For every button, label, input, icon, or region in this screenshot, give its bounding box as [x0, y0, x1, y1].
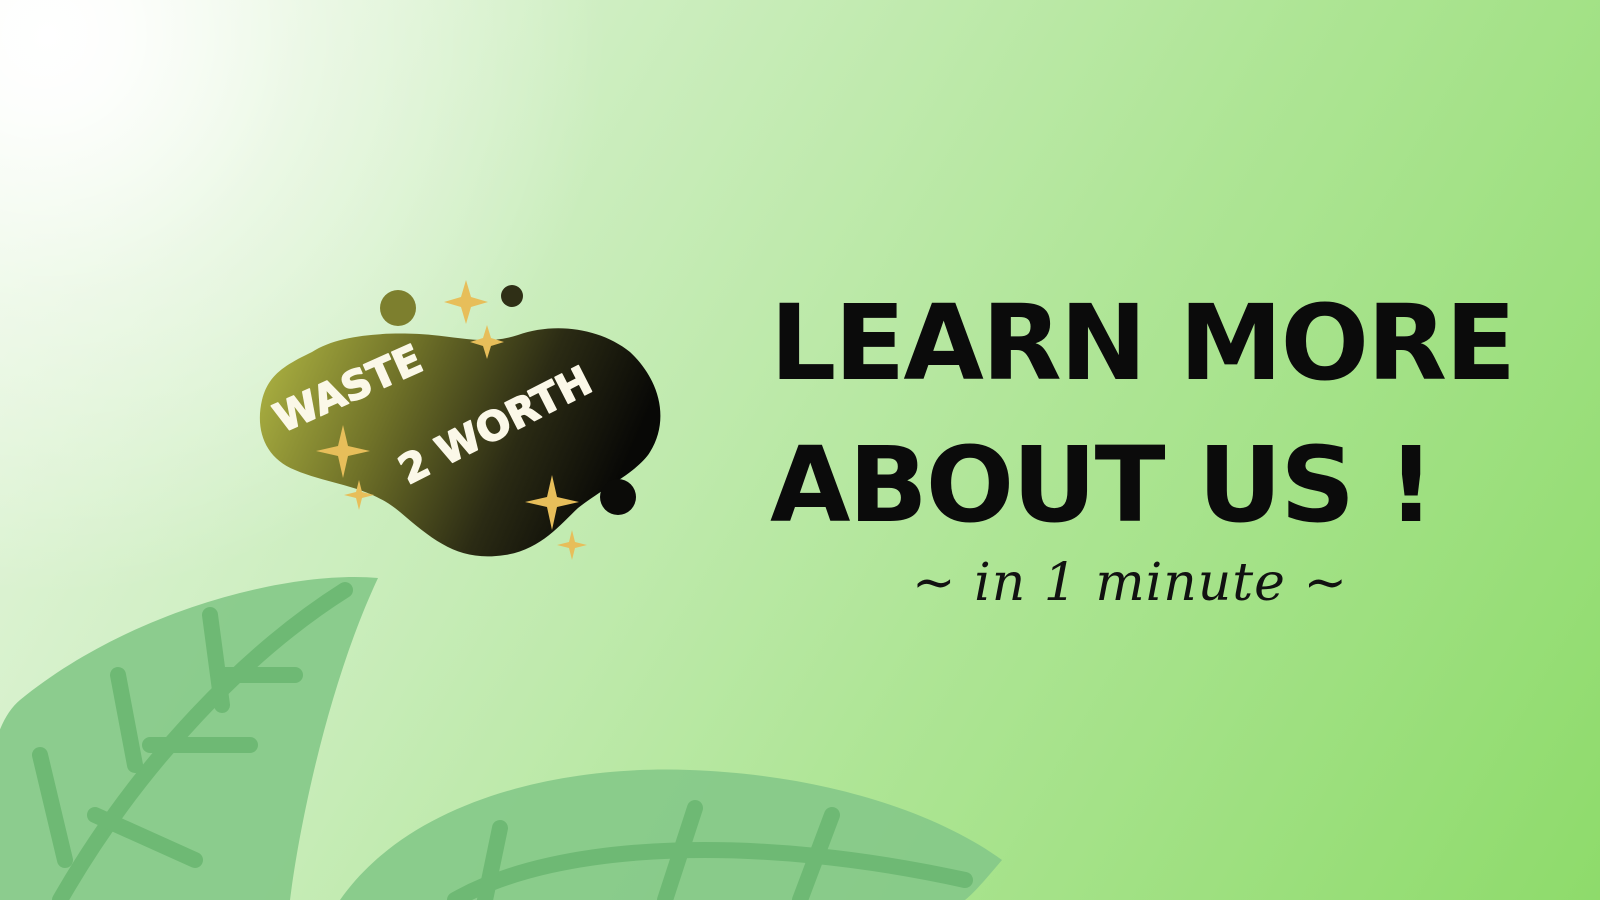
waste-2-worth-logo: WASTE 2 WORTH: [259, 280, 661, 560]
promo-banner: WASTE 2 WORTH LEARN MORE ABOUT US ! ~ in…: [0, 0, 1600, 900]
headline-line-1: LEARN MORE: [770, 282, 1516, 404]
headline: LEARN MORE ABOUT US !: [770, 272, 1516, 556]
headline-line-2: ABOUT US !: [770, 424, 1435, 546]
left-leaf-icon: [0, 577, 378, 900]
bottom-leaf-icon: [340, 769, 1002, 900]
subheadline: ~ in 1 minute ~: [912, 553, 1349, 613]
